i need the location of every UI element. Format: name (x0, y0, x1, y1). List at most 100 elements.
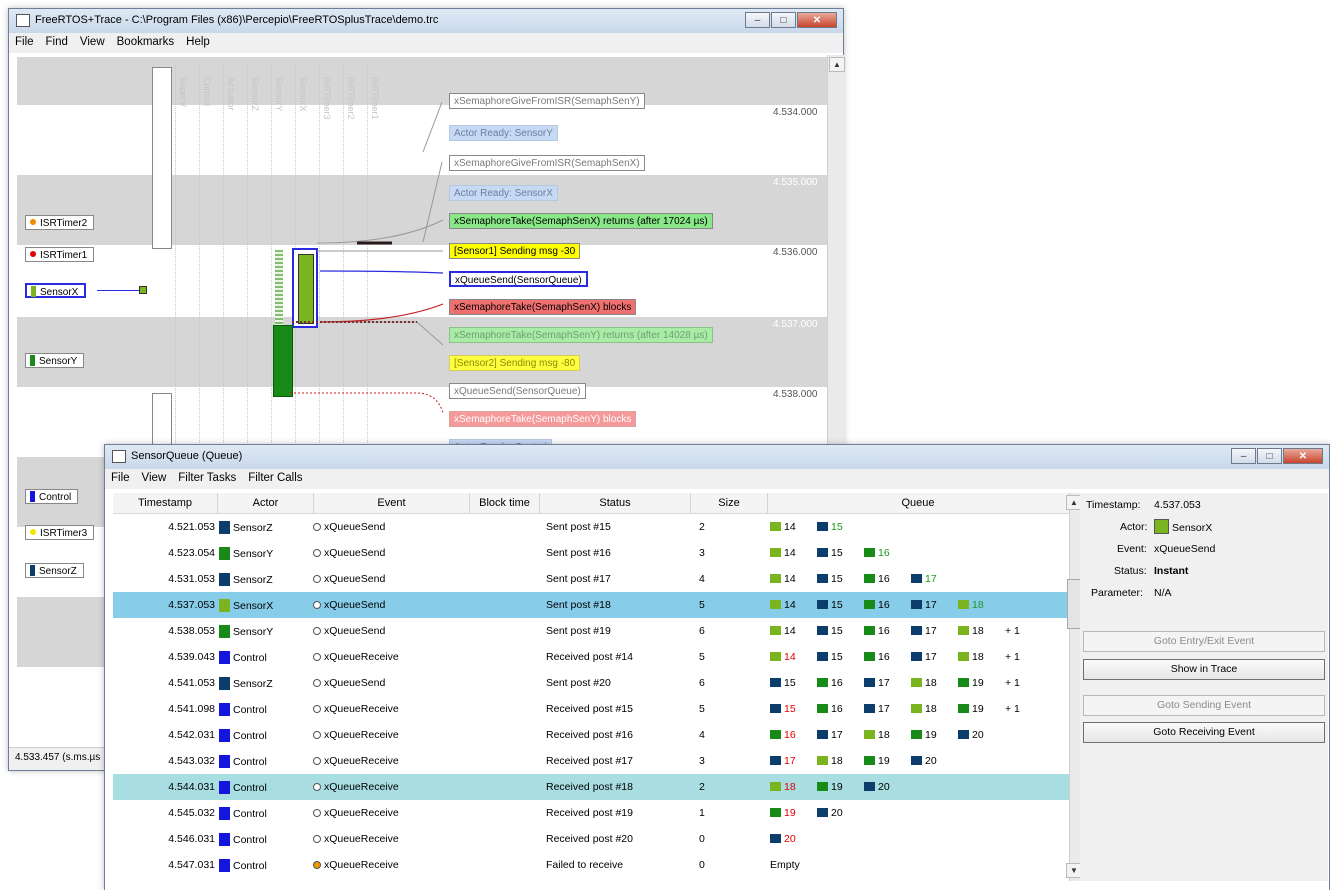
table-row[interactable]: 4.538.053 SensorY xQueueSend Sent post #19 6… (113, 618, 1069, 644)
cell-status: Sent post #20 (546, 677, 611, 689)
cell-event: xQueueReceive (313, 781, 399, 793)
table-row[interactable]: 4.542.031 Control xQueueReceive Received po… (113, 722, 1069, 748)
col-block-time[interactable]: Block time (470, 497, 539, 509)
queue-item: 15 (817, 521, 864, 533)
menu-filter-calls[interactable]: Filter Calls (242, 469, 308, 487)
queue-item-color-icon (817, 756, 828, 765)
goto-sending-event-button[interactable]: Goto Sending Event (1083, 695, 1325, 716)
cell-status: Received post #16 (546, 729, 633, 741)
actor-tag-control[interactable]: Control (25, 489, 79, 504)
trace-event-label[interactable]: [Sensor1] Sending msg -30 (449, 243, 581, 259)
close-button[interactable]: ✕ (1283, 448, 1323, 464)
scroll-up-icon[interactable]: ▲ (829, 57, 845, 72)
trace-event-label[interactable]: xQueueSend(SensorQueue) (449, 383, 586, 399)
table-row[interactable]: 4.547.031 Control xQueueReceive Failed to r… (113, 852, 1069, 878)
cell-status: Sent post #19 (546, 625, 611, 637)
menu-view[interactable]: View (136, 469, 173, 487)
maximize-button[interactable]: □ (1257, 448, 1282, 464)
menu-find[interactable]: Find (40, 33, 74, 51)
queue-item: 18 (864, 729, 911, 741)
minimize-button[interactable]: – (745, 12, 770, 28)
table-row[interactable]: 4.541.098 Control xQueueReceive Received po… (113, 696, 1069, 722)
queue-item: 18 (911, 703, 958, 715)
queue-item: 18 (958, 651, 1005, 663)
menu-bookmarks[interactable]: Bookmarks (111, 33, 181, 51)
table-row[interactable]: 4.551.053SensorXxQueueSendSent post #211… (113, 878, 1069, 881)
col-queue[interactable]: Queue (768, 497, 1068, 509)
menu-view[interactable]: View (74, 33, 111, 51)
trace-event-label[interactable]: xSemaphoreTake(SemaphSenY) blocks (449, 411, 637, 427)
show-in-trace-button[interactable]: Show in Trace (1083, 659, 1325, 680)
table-row[interactable]: 4.543.032 Control xQueueReceive Received po… (113, 748, 1069, 774)
trace-event-label[interactable]: xSemaphoreGiveFromISR(SemaphSenY) (449, 93, 645, 109)
actor-tag-sensory[interactable]: SensorY (25, 353, 85, 368)
queue-vertical-scrollbar[interactable]: ▲ ▼ (1066, 493, 1083, 881)
queue-item: 15 (817, 651, 864, 663)
cell-status: Sent post #15 (546, 521, 611, 533)
queue-item-color-icon (864, 678, 875, 687)
table-row[interactable]: 4.544.031 Control xQueueReceive Received po… (113, 774, 1069, 800)
queue-item-color-icon (864, 730, 875, 739)
actor-color-icon (219, 807, 230, 820)
close-button[interactable]: ✕ (797, 12, 837, 28)
queue-item-color-icon (958, 704, 969, 713)
col-event[interactable]: Event (314, 497, 469, 509)
actor-color-icon (219, 599, 230, 612)
cell-size: 4 (699, 573, 705, 585)
queue-window-icon (112, 450, 126, 463)
table-row[interactable]: 4.523.054 SensorY xQueueSend Sent post #16 3… (113, 540, 1069, 566)
trace-event-label[interactable]: xSemaphoreTake(SemaphSenY) returns (afte… (449, 327, 713, 343)
actor-tag-sensorz[interactable]: SensorZ (25, 563, 84, 578)
trace-event-label-selected[interactable]: xQueueSend(SensorQueue) (449, 271, 588, 287)
queue-item: 17 (911, 599, 958, 611)
detail-actor-value: SensorX (1154, 519, 1212, 534)
queue-item-color-icon (911, 730, 922, 739)
queue-table-body: 4.521.053 SensorZ xQueueSend Sent post #15 2… (113, 514, 1069, 881)
table-row[interactable]: 4.521.053 SensorZ xQueueSend Sent post #15 2… (113, 514, 1069, 540)
menu-filter-tasks[interactable]: Filter Tasks (172, 469, 242, 487)
detail-event-value: xQueueSend (1154, 543, 1216, 555)
col-status[interactable]: Status (540, 497, 690, 509)
minimize-button[interactable]: – (1231, 448, 1256, 464)
table-row[interactable]: 4.537.053 SensorX xQueueSend Sent post #18 5… (113, 592, 1069, 618)
table-row[interactable]: 4.531.053 SensorZ xQueueSend Sent post #17 4… (113, 566, 1069, 592)
actor-tag-isrtimer3[interactable]: ISRTimer3 (25, 525, 95, 540)
queue-item: 17 (817, 729, 864, 741)
trace-event-label[interactable]: xSemaphoreTake(SemaphSenX) blocks (449, 299, 637, 315)
table-row[interactable]: 4.541.053 SensorZ xQueueSend Sent post #20 6… (113, 670, 1069, 696)
queue-window-titlebar[interactable]: SensorQueue (Queue) – □ ✕ (105, 445, 1329, 470)
time-mark: 4.537.000 (773, 319, 818, 330)
actor-tag-isrtimer2[interactable]: ISRTimer2 (25, 215, 95, 230)
queue-item-color-icon (864, 782, 875, 791)
table-row[interactable]: 4.539.043 Control xQueueReceive Received po… (113, 644, 1069, 670)
goto-receiving-event-button[interactable]: Goto Receiving Event (1083, 722, 1325, 743)
trace-window-titlebar[interactable]: FreeRTOS+Trace - C:\Program Files (x86)\… (9, 9, 843, 34)
event-status-icon (313, 783, 321, 791)
trace-event-label[interactable]: Actor Ready: SensorX (449, 185, 558, 201)
menu-file[interactable]: File (9, 33, 40, 51)
table-row[interactable]: 4.546.031 Control xQueueReceive Received po… (113, 826, 1069, 852)
trace-event-label[interactable]: xSemaphoreTake(SemaphSenX) returns (afte… (449, 213, 713, 229)
trace-event-label[interactable]: xSemaphoreGiveFromISR(SemaphSenX) (449, 155, 645, 171)
cell-queue: Empty (770, 859, 800, 871)
trace-event-label[interactable]: Actor Ready: SensorY (449, 125, 558, 141)
trace-event-label[interactable]: [Sensor2] Sending msg -80 (449, 355, 581, 371)
cell-timestamp: 4.539.043 (168, 651, 215, 663)
actor-tag-isrtimer1[interactable]: ISRTimer1 (25, 247, 95, 262)
queue-item: 20 (911, 755, 958, 767)
col-size[interactable]: Size (691, 497, 767, 509)
queue-table[interactable]: Timestamp Actor Event Block time Status … (113, 493, 1069, 881)
col-timestamp[interactable]: Timestamp (113, 497, 217, 509)
maximize-button[interactable]: □ (771, 12, 796, 28)
col-actor[interactable]: Actor (218, 497, 313, 509)
cell-timestamp: 4.544.031 (168, 781, 215, 793)
menu-file[interactable]: File (105, 469, 136, 487)
queue-item-color-icon (770, 704, 781, 713)
menu-help[interactable]: Help (180, 33, 216, 51)
isrtimer3-dot-icon (30, 529, 36, 535)
cell-status: Received post #17 (546, 755, 633, 767)
goto-entry-exit-event-button[interactable]: Goto Entry/Exit Event (1083, 631, 1325, 652)
queue-item: 18 (911, 677, 958, 689)
table-row[interactable]: 4.545.032 Control xQueueReceive Received po… (113, 800, 1069, 826)
actor-tag-sensorx[interactable]: SensorX (25, 283, 87, 298)
